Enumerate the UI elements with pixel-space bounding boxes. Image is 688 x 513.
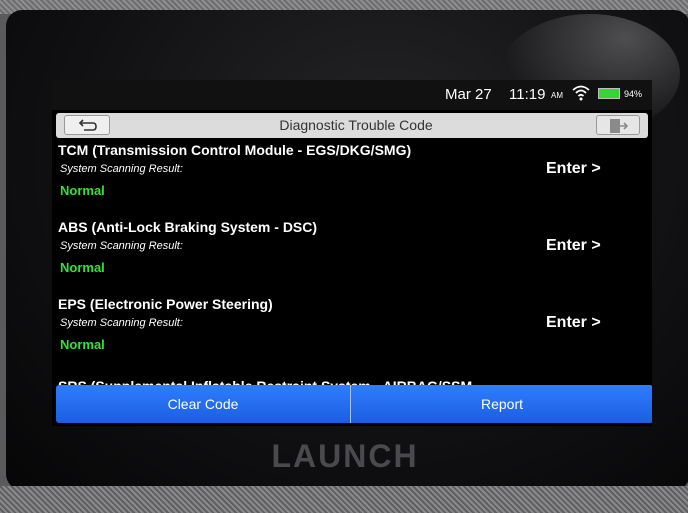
wifi-icon: [572, 85, 590, 101]
scan-result-status: Normal: [60, 183, 105, 198]
status-date: Mar 27: [445, 86, 492, 103]
photo-bottom-strip: [0, 486, 688, 513]
device-brand-logo: LAUNCH: [271, 438, 419, 474]
scan-result-label: System Scanning Result:: [60, 163, 183, 175]
exit-icon: [610, 119, 629, 133]
exit-button[interactable]: [596, 115, 640, 135]
status-ampm: AM: [551, 91, 563, 100]
battery-icon: [598, 88, 620, 99]
action-bar: Clear Code Report: [56, 385, 652, 423]
report-button[interactable]: Report: [351, 385, 652, 423]
scan-result-status: Normal: [60, 260, 105, 275]
system-name: TCM (Transmission Control Module - EGS/D…: [58, 142, 412, 158]
title-bar: Diagnostic Trouble Code: [56, 113, 648, 138]
system-list: TCM (Transmission Control Module - EGS/D…: [52, 142, 652, 386]
clear-code-button[interactable]: Clear Code: [56, 385, 351, 423]
status-bar: Mar 27 11:19 AM 94%: [52, 80, 652, 110]
system-row-abs: ABS (Anti-Lock Braking System - DSC) Sys…: [52, 219, 652, 295]
system-row-eps: EPS (Electronic Power Steering) System S…: [52, 296, 652, 372]
enter-button-abs[interactable]: Enter >: [546, 237, 601, 255]
enter-button-tcm[interactable]: Enter >: [546, 160, 601, 178]
system-row-tcm: TCM (Transmission Control Module - EGS/D…: [52, 142, 652, 218]
back-button[interactable]: [64, 115, 110, 135]
enter-button-eps[interactable]: Enter >: [546, 314, 601, 332]
status-time: 11:19: [509, 86, 546, 103]
page-title: Diagnostic Trouble Code: [279, 117, 433, 133]
battery-percent: 94%: [624, 89, 643, 99]
system-name: EPS (Electronic Power Steering): [58, 296, 273, 312]
scan-result-label: System Scanning Result:: [60, 317, 183, 329]
back-arrow-icon: [78, 119, 97, 131]
scan-result-status: Normal: [60, 337, 105, 352]
system-name: ABS (Anti-Lock Braking System - DSC): [58, 219, 318, 235]
device-screen: Mar 27 11:19 AM 94% Diagnostic Trouble C…: [52, 80, 652, 426]
scan-result-label: System Scanning Result:: [60, 240, 183, 252]
